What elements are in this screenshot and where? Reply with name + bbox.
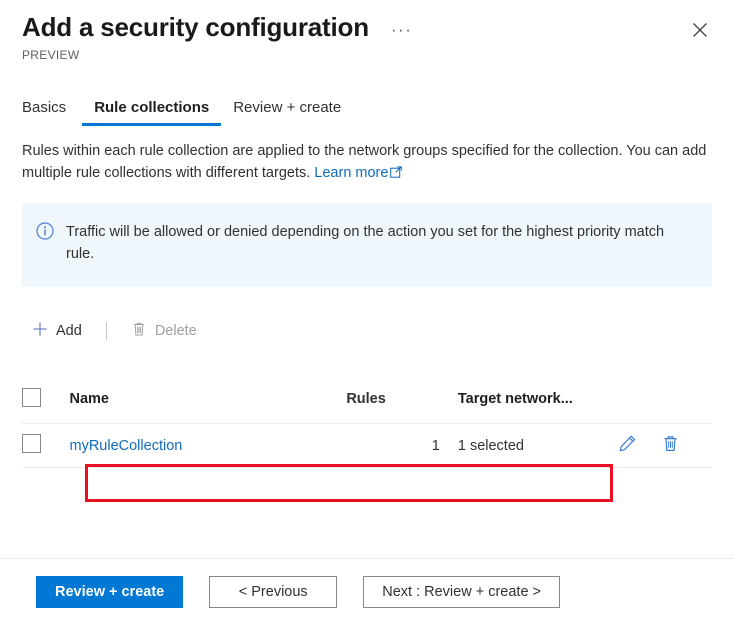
close-icon xyxy=(692,22,708,38)
row-checkbox[interactable] xyxy=(22,433,41,453)
tab-review-create[interactable]: Review + create xyxy=(221,99,353,126)
column-header-name[interactable]: Name xyxy=(70,381,347,424)
delete-button[interactable]: Delete xyxy=(121,315,207,347)
info-banner-text: Traffic will be allowed or denied depend… xyxy=(66,224,665,262)
row-rules-count: 1 xyxy=(431,437,440,454)
more-options-icon[interactable]: ··· xyxy=(391,21,412,38)
tab-rule-collections[interactable]: Rule collections xyxy=(82,99,222,126)
row-delete-button[interactable] xyxy=(655,431,685,461)
table-row[interactable]: myRuleCollection 1 1 selected xyxy=(22,423,712,468)
rule-collections-table: Name Rules Target network... myRuleColle… xyxy=(0,381,734,468)
select-all-cell xyxy=(22,381,70,424)
add-button[interactable]: Add xyxy=(22,315,92,347)
column-header-rules[interactable]: Rules xyxy=(346,381,458,424)
rule-collection-link[interactable]: myRuleCollection xyxy=(70,438,183,454)
command-bar-divider xyxy=(105,322,107,340)
plus-icon xyxy=(32,321,48,341)
blade-header: Add a security configuration ··· PREVIEW xyxy=(0,0,734,72)
close-button[interactable] xyxy=(686,16,714,44)
add-button-label: Add xyxy=(56,323,82,339)
learn-more-link[interactable]: Learn more xyxy=(314,165,403,181)
row-name-cell: myRuleCollection xyxy=(70,424,347,468)
row-highlight-annotation xyxy=(85,464,613,502)
trash-icon xyxy=(131,321,147,341)
tab-basics[interactable]: Basics xyxy=(22,99,78,126)
preview-badge: PREVIEW xyxy=(22,48,80,62)
row-select-cell xyxy=(22,424,70,468)
learn-more-label: Learn more xyxy=(314,165,389,181)
info-banner: Traffic will be allowed or denied depend… xyxy=(22,203,712,287)
review-create-button[interactable]: Review + create xyxy=(36,575,184,608)
trash-icon xyxy=(661,434,680,458)
select-all-checkbox[interactable] xyxy=(22,387,41,407)
row-target-networks: 1 selected xyxy=(457,437,524,454)
delete-button-label: Delete xyxy=(154,323,197,339)
page-title: Add a security configuration xyxy=(22,12,369,42)
command-bar: Add Delete xyxy=(0,311,734,351)
previous-button[interactable]: < Previous xyxy=(209,575,338,608)
tab-bar: Basics Rule collections Review + create xyxy=(0,92,734,126)
edit-button[interactable] xyxy=(613,431,643,461)
column-header-target-networks[interactable]: Target network... xyxy=(458,381,712,424)
blade-footer: Review + create < Previous Next : Review… xyxy=(0,558,734,624)
next-button[interactable]: Next : Review + create > xyxy=(363,575,560,608)
title-row: Add a security configuration ··· xyxy=(22,10,712,44)
pencil-icon xyxy=(618,434,637,458)
external-link-icon xyxy=(390,163,403,185)
table-header-row: Name Rules Target network... xyxy=(22,381,712,424)
description-text: Rules within each rule collection are ap… xyxy=(0,140,734,185)
info-icon xyxy=(36,222,54,245)
row-actions xyxy=(613,424,712,468)
